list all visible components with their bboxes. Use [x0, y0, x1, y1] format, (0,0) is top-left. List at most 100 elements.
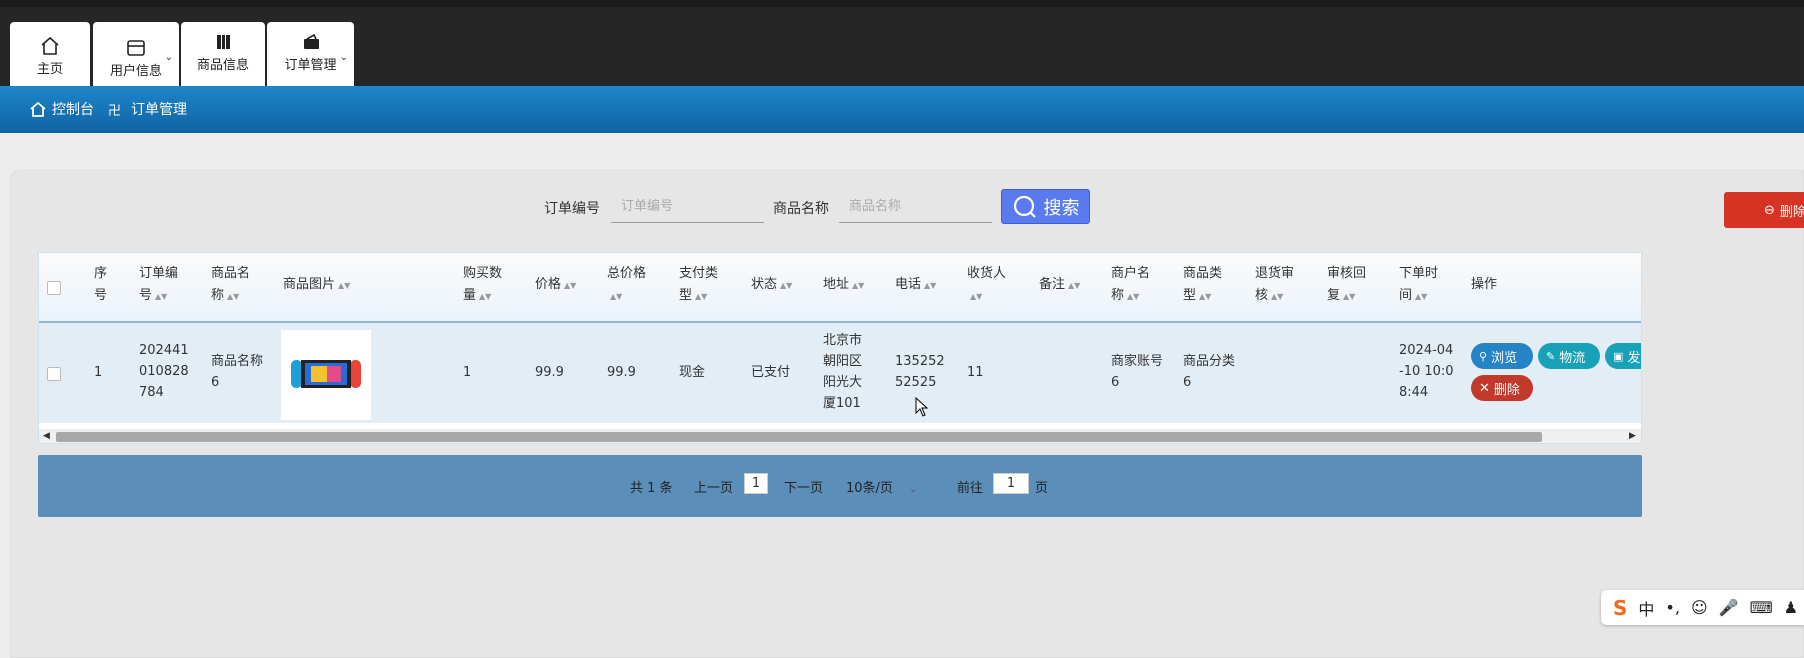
mouse-cursor-icon — [915, 397, 929, 417]
nav-tab-product-info[interactable]: 商品信息 — [181, 22, 265, 86]
column-header[interactable]: 商品类型 ▲▼ — [1183, 263, 1231, 308]
table-header: 序号 订单编号 ▲▼ 商品名称 ▲▼ 商品图片 ▲▼ 购买数量 ▲▼ 价格 ▲▼ 总价格▲… — [39, 253, 1641, 323]
column-header[interactable]: 下单时间 ▲▼ — [1399, 263, 1447, 308]
purse-icon — [303, 33, 319, 49]
nav-tab-label: 商品信息 — [196, 58, 249, 73]
scroll-left-icon[interactable]: ◀ — [43, 429, 50, 443]
ime-language-toggle[interactable]: 中 — [1638, 596, 1654, 620]
wallet-icon — [127, 40, 145, 56]
product-name-label: 商品名称 — [773, 201, 829, 217]
nav-tab-label: 主页 — [36, 62, 63, 77]
chevron-down-icon: ⌄ — [908, 484, 918, 495]
keyboard-icon[interactable]: ⌨ — [1750, 598, 1773, 617]
page-size-select[interactable]: 10条/页 ⌄ — [846, 477, 917, 496]
cell-address: 北京市朝阳区阳光大厦101 — [823, 333, 863, 411]
nav-tab-order-mgmt[interactable]: 订单管理 ⌄ — [267, 22, 354, 86]
column-header[interactable]: 电话 ▲▼ — [895, 274, 955, 297]
column-header[interactable]: 购买数量 ▲▼ — [463, 263, 511, 308]
microphone-icon[interactable]: 🎤 — [1719, 598, 1739, 617]
pagination-total: 共 1 条 — [630, 481, 673, 496]
window-strip — [0, 0, 1804, 7]
cell-phone: 13525252525 — [895, 354, 945, 390]
column-header[interactable]: 价格 ▲▼ — [535, 274, 595, 297]
breadcrumb-bar — [0, 86, 1804, 133]
column-header[interactable]: 商户名称 ▲▼ — [1111, 263, 1159, 308]
breadcrumb: 控制台 卍 订单管理 — [30, 99, 187, 119]
next-page-button[interactable]: 下一页 — [784, 477, 823, 496]
nav-tab-user-info[interactable]: 用户信息 ⌄ — [93, 22, 179, 86]
search-icon — [1013, 195, 1036, 218]
view-button[interactable]: ⚲ 浏览 — [1471, 343, 1533, 369]
column-header[interactable]: 订单编号 ▲▼ — [139, 263, 189, 308]
pagination-bar — [38, 455, 1642, 517]
punctuation-icon[interactable]: •, — [1665, 598, 1680, 617]
column-header[interactable]: 收货人▲▼ — [967, 263, 1015, 308]
order-no-input[interactable] — [611, 191, 764, 223]
prev-page-button[interactable]: 上一页 — [694, 477, 733, 496]
select-all-checkbox[interactable] — [47, 281, 61, 295]
breadcrumb-current: 订单管理 — [131, 102, 188, 118]
delete-button-label: 删除 — [1779, 204, 1804, 220]
product-image[interactable] — [281, 330, 371, 420]
user-icon[interactable]: ♟ — [1784, 598, 1798, 617]
page-suffix: 页 — [1035, 481, 1049, 496]
goto-page-input[interactable]: 1 — [993, 473, 1029, 494]
cell-quantity: 1 — [463, 365, 472, 380]
batch-delete-button[interactable]: ⊖ 删除 — [1724, 192, 1804, 228]
cell-category: 商品分类6 — [1183, 354, 1236, 390]
cell-total: 99.9 — [607, 365, 636, 380]
chevron-down-icon: ⌄ — [164, 52, 173, 63]
scrollbar-thumb[interactable] — [56, 432, 1542, 442]
search-icon: ⚲ — [1479, 349, 1488, 363]
scroll-right-icon[interactable]: ▶ — [1629, 429, 1636, 443]
ship-button[interactable]: ▣ 发 — [1605, 343, 1641, 369]
column-header[interactable]: 商品名称 ▲▼ — [211, 263, 261, 308]
table-row[interactable]: 1 202441010828784 商品名称6 1 99.9 99.9 现金 已… — [39, 323, 1641, 423]
breadcrumb-separator-icon: 卍 — [108, 103, 122, 119]
order-no-label: 订单编号 — [544, 201, 600, 217]
edit-icon: ✎ — [1546, 349, 1556, 363]
column-header[interactable]: 退货审核 ▲▼ — [1255, 263, 1303, 308]
cell-price: 99.9 — [535, 365, 564, 380]
cell-receiver: 11 — [967, 365, 984, 380]
column-header[interactable]: 备注 ▲▼ — [1039, 274, 1099, 297]
cell-product-name: 商品名称6 — [211, 354, 264, 390]
cell-seq: 1 — [94, 365, 103, 380]
cell-status: 已支付 — [751, 365, 791, 380]
minus-circle-icon: ⊖ — [1764, 202, 1775, 218]
ime-toolbar: S 中 •, ☺ 🎤 ⌨ ♟ — [1601, 590, 1804, 625]
home-icon — [30, 101, 46, 117]
box-icon: ▣ — [1613, 349, 1624, 363]
nav-tab-home[interactable]: 主页 — [10, 22, 90, 86]
product-name-input[interactable] — [839, 191, 992, 223]
order-table: 序号 订单编号 ▲▼ 商品名称 ▲▼ 商品图片 ▲▼ 购买数量 ▲▼ 价格 ▲▼ 总价格▲… — [38, 252, 1642, 444]
row-checkbox[interactable] — [47, 367, 61, 381]
column-header[interactable]: 序号 — [94, 263, 116, 307]
column-header: 操作 — [1471, 277, 1498, 292]
close-icon: ✕ — [1479, 380, 1490, 396]
horizontal-scrollbar[interactable]: ◀ ▶ — [39, 429, 1641, 443]
column-header[interactable]: 地址 ▲▼ — [823, 274, 883, 297]
column-header[interactable]: 审核回复 ▲▼ — [1327, 263, 1375, 308]
cell-pay-type: 现金 — [679, 365, 706, 380]
book-icon — [217, 35, 230, 49]
cell-order-no: 202441010828784 — [139, 343, 189, 400]
home-icon — [41, 36, 59, 55]
column-header[interactable]: 商品图片 ▲▼ — [283, 274, 403, 297]
chevron-down-icon: ⌄ — [339, 52, 348, 63]
cell-order-time: 2024-04-10 10:08:44 — [1399, 343, 1454, 400]
logistics-button[interactable]: ✎ 物流 — [1538, 343, 1600, 369]
column-header[interactable]: 支付类型 ▲▼ — [679, 263, 727, 308]
sogou-logo-icon[interactable]: S — [1613, 596, 1627, 620]
game-console-icon — [291, 360, 361, 388]
current-page[interactable]: 1 — [744, 473, 768, 494]
column-header[interactable]: 总价格▲▼ — [607, 263, 655, 308]
search-button[interactable]: 搜索 — [1001, 189, 1090, 224]
column-header[interactable]: 状态 ▲▼ — [751, 274, 811, 297]
search-button-label: 搜索 — [1043, 197, 1080, 219]
goto-label: 前往 — [957, 481, 984, 496]
cell-merchant: 商家账号6 — [1111, 354, 1164, 390]
breadcrumb-home[interactable]: 控制台 — [52, 99, 94, 119]
delete-row-button[interactable]: ✕ 删除 — [1471, 375, 1533, 401]
emoji-icon[interactable]: ☺ — [1691, 598, 1708, 617]
